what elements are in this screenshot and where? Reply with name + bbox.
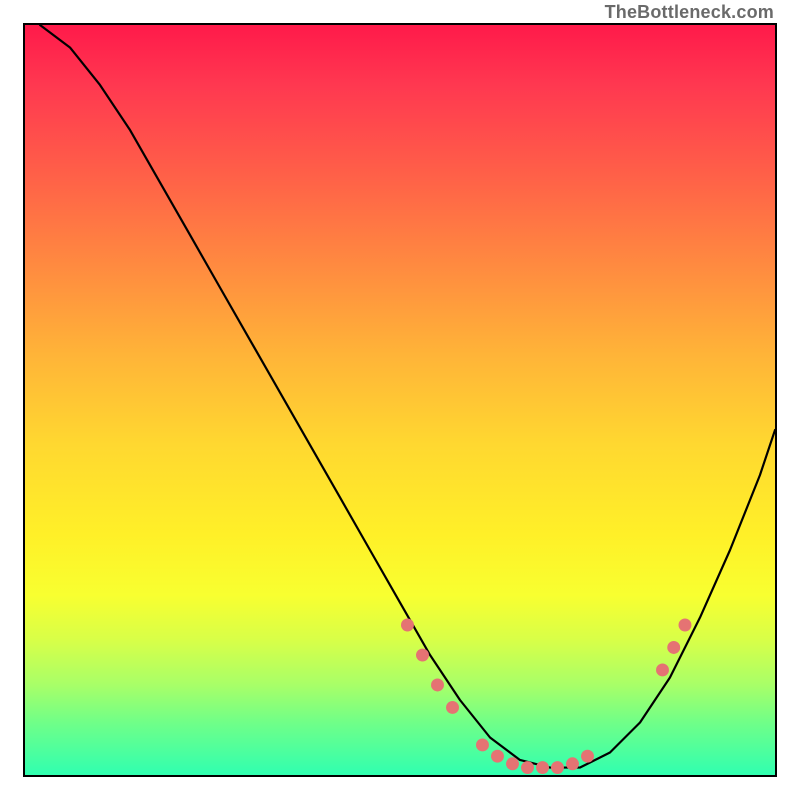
data-marker bbox=[679, 619, 692, 632]
data-marker bbox=[536, 761, 549, 774]
data-marker bbox=[566, 757, 579, 770]
markers-group bbox=[401, 619, 691, 774]
data-marker bbox=[416, 649, 429, 662]
data-marker bbox=[581, 750, 594, 763]
data-marker bbox=[476, 738, 489, 751]
plot-area bbox=[23, 23, 777, 777]
bottleneck-curve bbox=[40, 25, 775, 768]
watermark-text: TheBottleneck.com bbox=[605, 2, 774, 23]
data-marker bbox=[446, 701, 459, 714]
data-marker bbox=[656, 663, 669, 676]
chart-container: TheBottleneck.com bbox=[0, 0, 800, 800]
data-marker bbox=[401, 619, 414, 632]
data-marker bbox=[491, 750, 504, 763]
data-marker bbox=[551, 761, 564, 774]
curve-group bbox=[40, 25, 775, 768]
data-marker bbox=[667, 641, 680, 654]
data-marker bbox=[431, 679, 444, 692]
chart-svg bbox=[25, 25, 775, 775]
data-marker bbox=[521, 761, 534, 774]
data-marker bbox=[506, 757, 519, 770]
